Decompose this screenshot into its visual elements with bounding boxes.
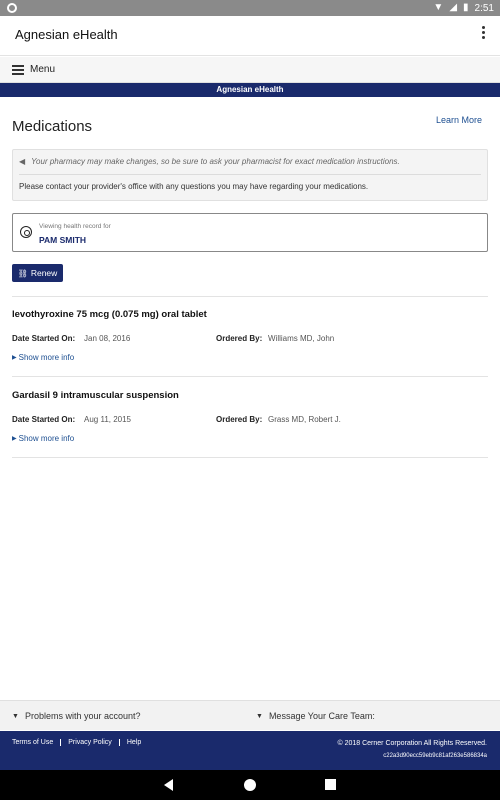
signal-icon: ◢ [449, 2, 458, 13]
medication-name: Gardasil 9 intramuscular suspension [12, 390, 179, 401]
footer-links: Terms of Use Privacy Policy Help [12, 739, 148, 746]
notice-line-1: Your pharmacy may make changes, so be su… [31, 157, 400, 166]
ordered-by-label: Ordered By: [216, 334, 263, 343]
link-icon: ⛓ [17, 268, 28, 278]
caret-right-icon: ▶ [12, 436, 17, 442]
status-bar: ▼ ◢ ▮ 2:51 [0, 0, 500, 16]
ordered-by-value: Williams MD, John [268, 334, 335, 343]
overflow-menu-icon[interactable] [480, 26, 486, 44]
help-bar: ▼ Problems with your account? ▼ Message … [0, 700, 500, 730]
system-nav-bar [0, 770, 500, 800]
notice-line-2: Please contact your provider's office wi… [19, 182, 369, 191]
battery-icon: ▮ [463, 2, 469, 13]
clock: 2:51 [474, 2, 494, 14]
menu-bar[interactable]: Menu [0, 57, 500, 83]
app-title: Agnesian eHealth [15, 27, 118, 42]
viewing-label: Viewing health record for [39, 223, 111, 230]
caret-down-icon: ▼ [256, 712, 263, 720]
renew-button[interactable]: ⛓ Renew [12, 264, 63, 282]
date-started-label: Date Started On: [12, 415, 76, 424]
divider [12, 296, 488, 297]
privacy-policy-link[interactable]: Privacy Policy [61, 739, 120, 746]
medication-name: levothyroxine 75 mcg (0.075 mg) oral tab… [12, 309, 207, 320]
message-care-team-toggle[interactable]: ▼ Message Your Care Team: [256, 711, 375, 721]
recent-apps-icon[interactable] [325, 779, 336, 790]
footer: Terms of Use Privacy Policy Help © 2018 … [0, 731, 500, 770]
divider [12, 376, 488, 377]
show-more-info-link[interactable]: ▶ Show more info [12, 434, 74, 443]
pharmacy-notice: ◀ Your pharmacy may make changes, so be … [12, 149, 488, 201]
date-started-value: Jan 08, 2016 [84, 334, 131, 343]
person-icon [20, 226, 32, 238]
patient-name: PAM SMITH [39, 235, 87, 245]
app-bar: Agnesian eHealth [0, 16, 500, 56]
learn-more-link[interactable]: Learn More [436, 115, 482, 125]
build-hash: c22a3d90ecc59eb9c81af263e586834a [383, 753, 487, 759]
back-icon[interactable] [164, 779, 173, 791]
show-more-info-link[interactable]: ▶ Show more info [12, 353, 74, 362]
notification-icon [7, 3, 17, 13]
renew-label: Renew [30, 268, 58, 278]
page-title: Medications [12, 118, 93, 135]
wifi-icon: ▼ [433, 2, 444, 13]
ordered-by-value: Grass MD, Robert J. [268, 415, 341, 424]
divider [19, 174, 481, 175]
divider [12, 457, 488, 458]
ordered-by-label: Ordered By: [216, 415, 263, 424]
brand-banner: Agnesian eHealth [0, 83, 500, 97]
home-icon[interactable] [244, 779, 256, 791]
problems-with-account-toggle[interactable]: ▼ Problems with your account? [12, 711, 141, 721]
date-started-value: Aug 11, 2015 [84, 415, 132, 424]
copyright: © 2018 Cerner Corporation All Rights Res… [337, 740, 487, 747]
help-link[interactable]: Help [120, 739, 148, 746]
date-started-label: Date Started On: [12, 334, 76, 343]
menu-label[interactable]: Menu [30, 64, 55, 75]
megaphone-icon: ◀ [19, 157, 26, 166]
caret-down-icon: ▼ [12, 712, 19, 720]
health-record-selector[interactable]: Viewing health record for PAM SMITH [12, 213, 488, 252]
hamburger-icon[interactable] [12, 65, 24, 75]
terms-of-use-link[interactable]: Terms of Use [12, 739, 62, 746]
caret-right-icon: ▶ [12, 355, 17, 361]
